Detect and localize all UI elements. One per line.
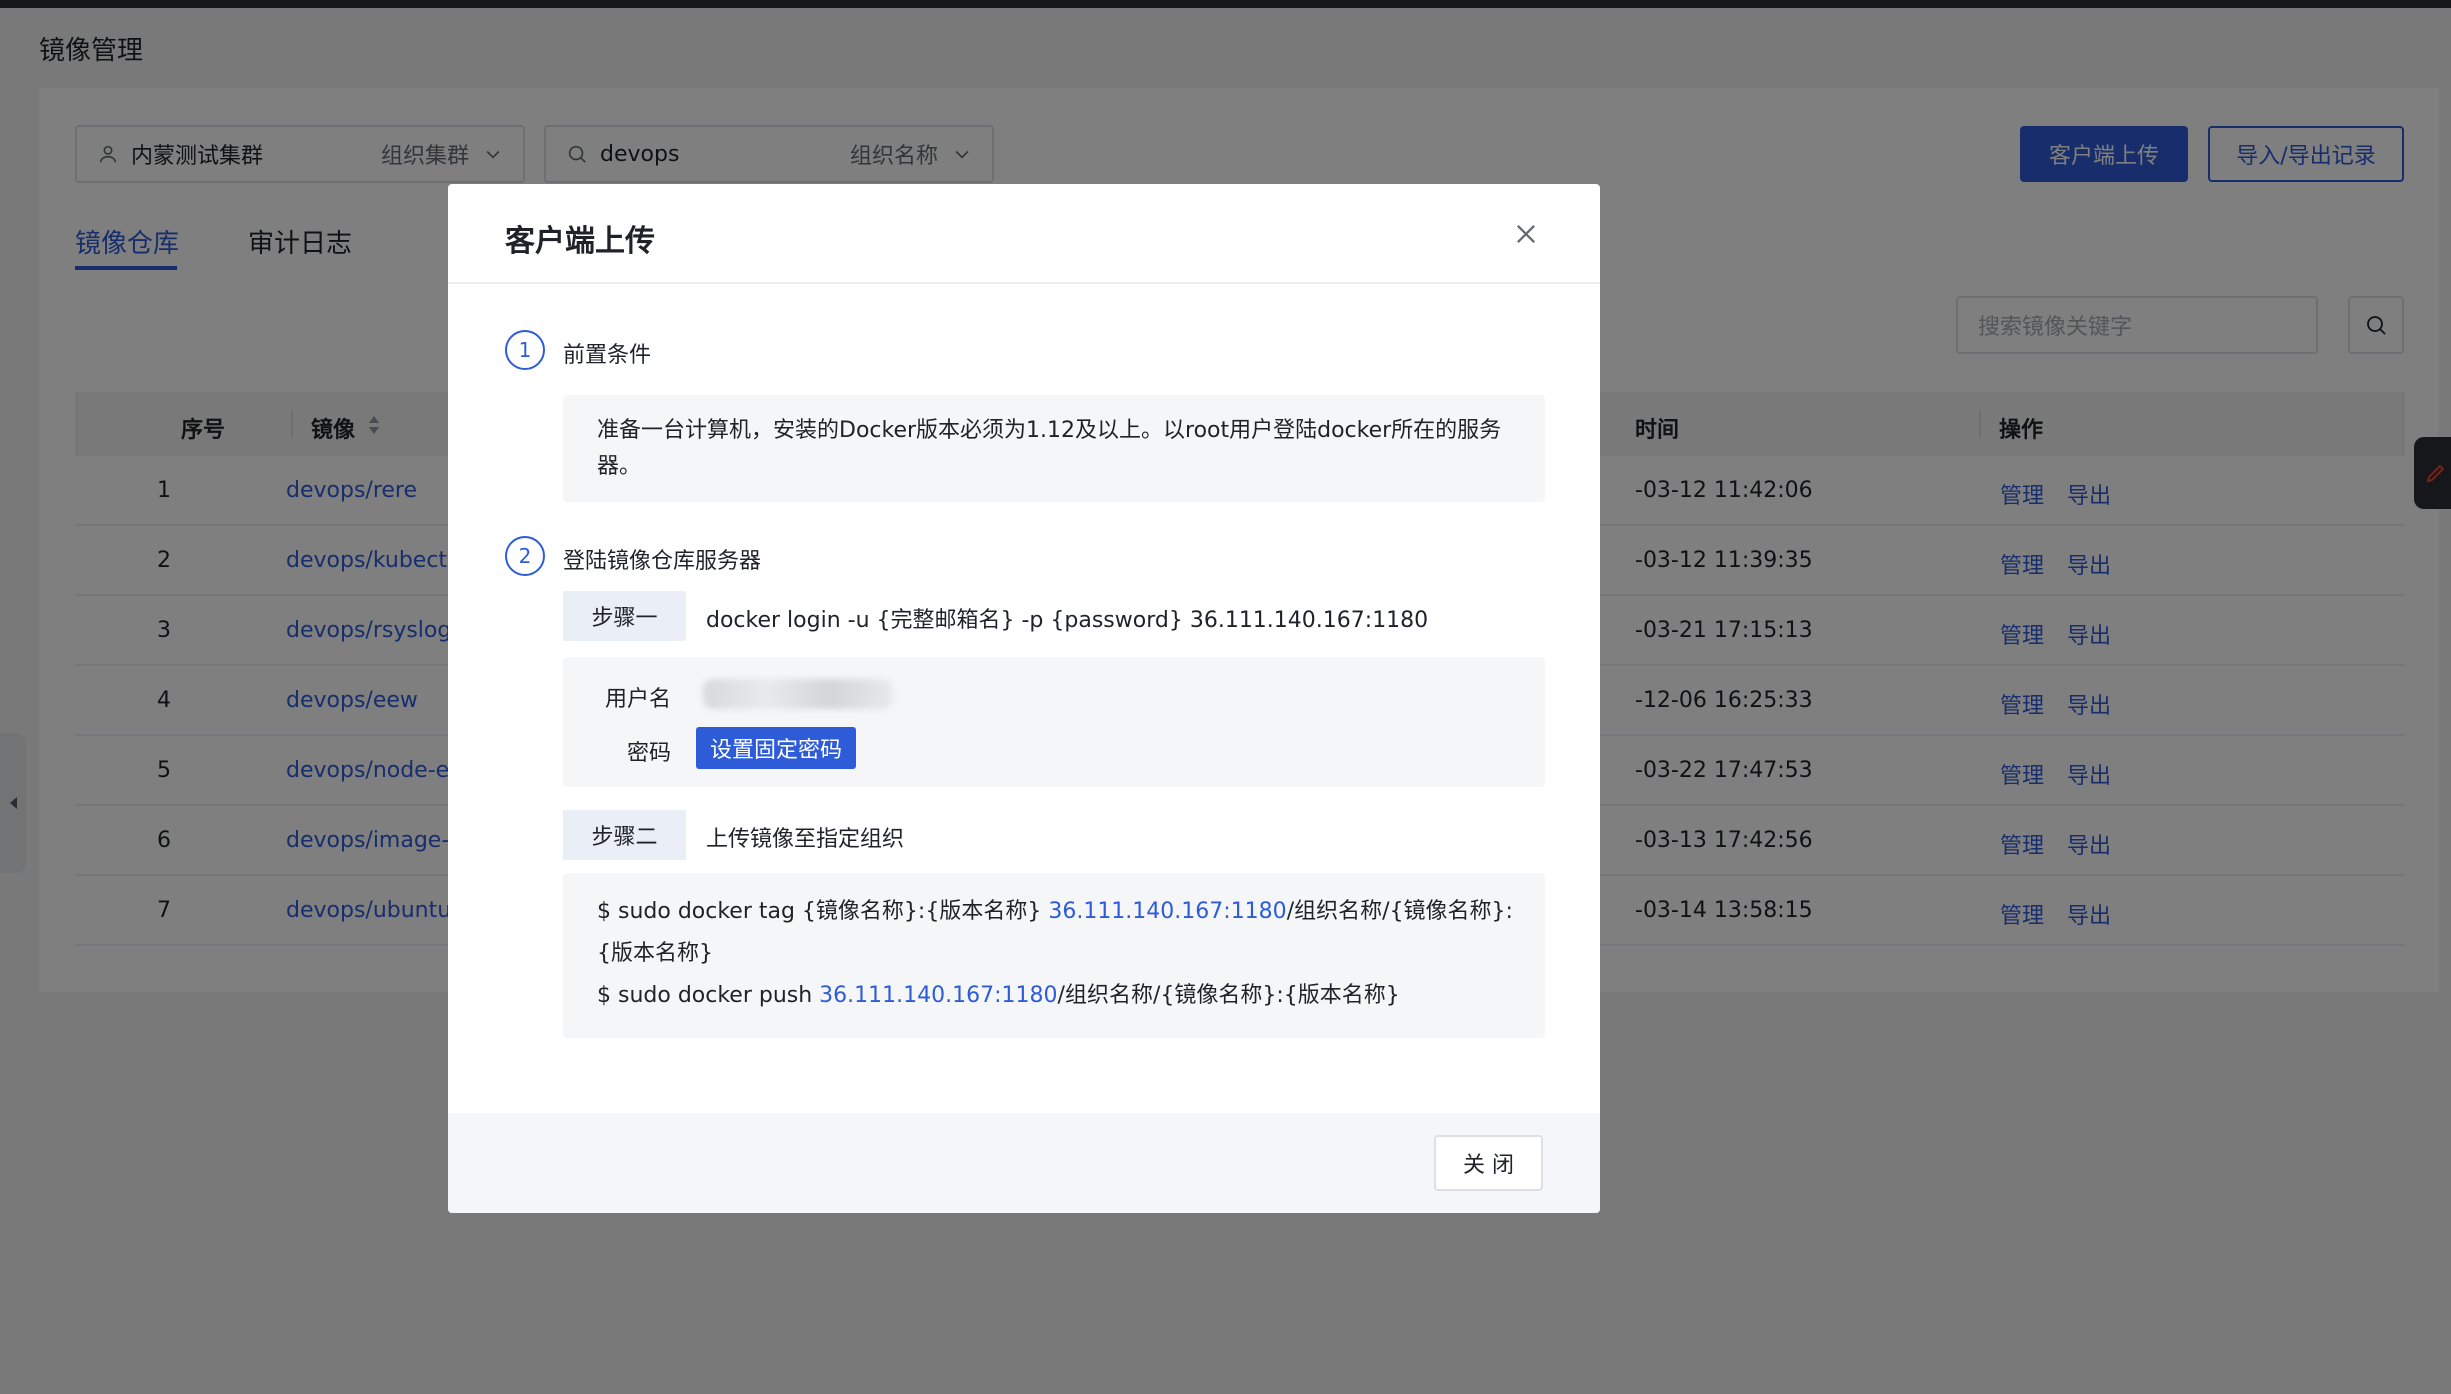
- dialog-title: 客户端上传: [505, 224, 655, 259]
- sub-step-1-tag: 步骤一: [563, 591, 686, 641]
- prerequisite-box: 准备一台计算机，安装的Docker版本必须为1.12及以上。以root用户登陆d…: [563, 395, 1545, 502]
- client-upload-dialog: 客户端上传 1 前置条件 准备一台计算机，安装的Docker版本必须为1.12及…: [448, 184, 1600, 1213]
- password-label: 密码: [627, 741, 672, 766]
- tag-command-prefix: $ sudo docker tag {镜像名称}:{版本名称}: [597, 899, 1049, 924]
- prerequisite-text: 准备一台计算机，安装的Docker版本必须为1.12及以上。以root用户登陆d…: [597, 418, 1502, 479]
- username-label: 用户名: [605, 687, 672, 712]
- step-1-number: 1: [505, 330, 545, 370]
- username-value-blurred: [703, 679, 893, 709]
- close-icon[interactable]: [1512, 220, 1540, 248]
- registry-host-link[interactable]: 36.111.140.167:1180: [819, 983, 1057, 1008]
- step-1-title: 前置条件: [563, 343, 652, 368]
- upload-instruction: 上传镜像至指定组织: [706, 827, 905, 852]
- login-command: docker login -u {完整邮箱名} -p {password} 36…: [706, 608, 1429, 633]
- push-command-prefix: $ sudo docker push: [597, 983, 820, 1008]
- step-2-number: 2: [505, 536, 545, 576]
- registry-host-link[interactable]: 36.111.140.167:1180: [1048, 899, 1286, 924]
- dialog-footer: 关 闭: [448, 1113, 1600, 1213]
- close-button[interactable]: 关 闭: [1434, 1135, 1543, 1191]
- credentials-box: 用户名 密码 设置固定密码: [563, 657, 1545, 787]
- push-command-suffix: /组织名称/{镜像名称}:{版本名称}: [1057, 983, 1400, 1008]
- set-fixed-password-button[interactable]: 设置固定密码: [696, 727, 856, 769]
- dialog-header: 客户端上传: [448, 184, 1600, 284]
- step-2-title: 登陆镜像仓库服务器: [563, 549, 762, 574]
- sub-step-2-tag: 步骤二: [563, 810, 686, 860]
- push-commands-box: $ sudo docker tag {镜像名称}:{版本名称} 36.111.1…: [563, 873, 1545, 1038]
- push-commands: $ sudo docker tag {镜像名称}:{版本名称} 36.111.1…: [597, 891, 1517, 1017]
